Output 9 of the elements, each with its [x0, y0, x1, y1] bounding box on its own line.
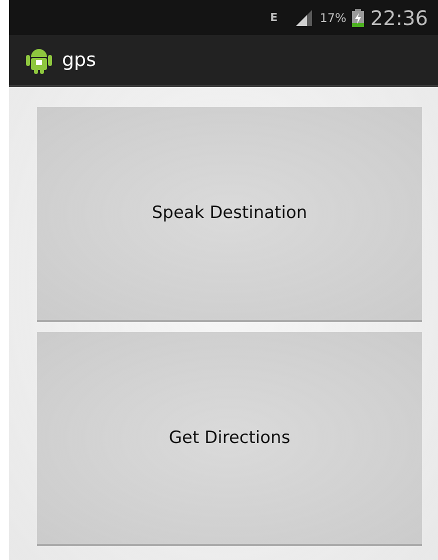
- battery-charging-icon: [352, 8, 364, 26]
- signal-icon: [294, 10, 314, 26]
- battery-percent: 17%: [320, 10, 346, 24]
- app-title: gps: [62, 49, 96, 71]
- clock: 22:36: [370, 6, 428, 30]
- network-type-indicator: E: [270, 12, 278, 23]
- action-button[interactable]: Speak Destination: [37, 107, 422, 322]
- android-robot-icon: [26, 46, 52, 74]
- action-button[interactable]: Get Directions: [37, 332, 422, 546]
